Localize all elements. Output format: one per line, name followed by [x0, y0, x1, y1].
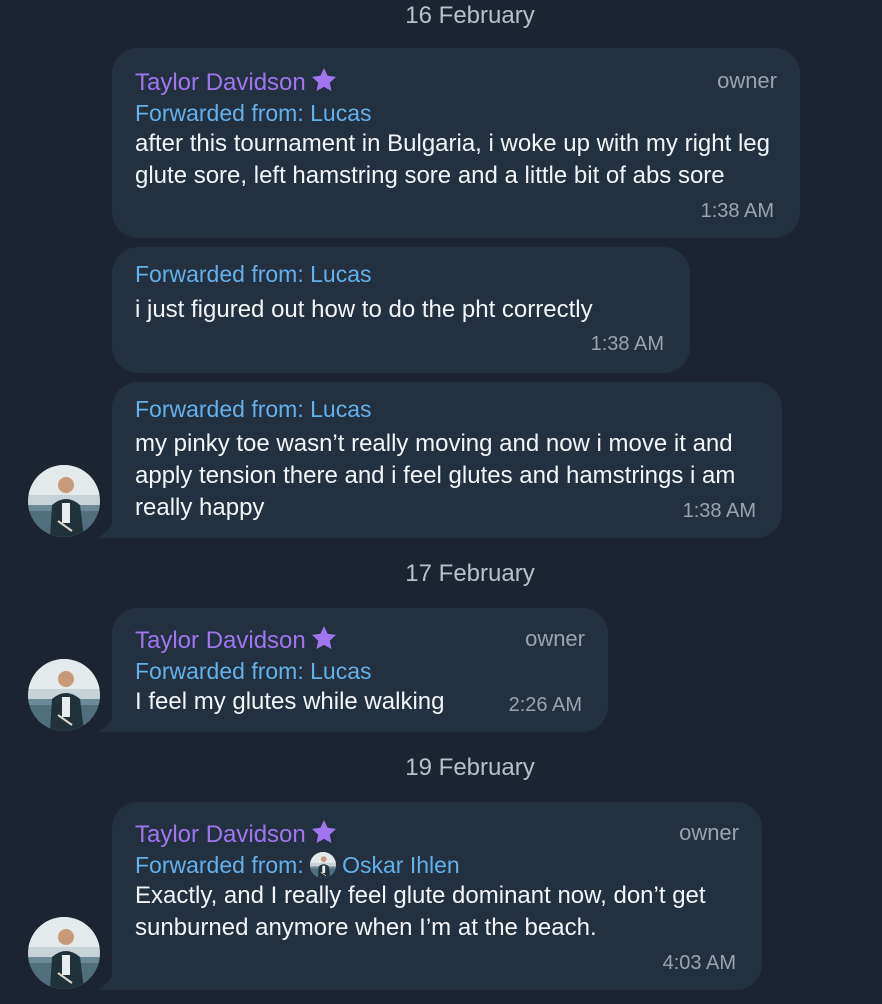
message-text: my pinky toe wasn’t really moving and no…	[135, 430, 736, 521]
message-bubble[interactable]: Forwarded from: Lucas my pinky toe wasn’…	[112, 382, 782, 538]
forwarded-from[interactable]: Forwarded from: Oskar Ihlen	[135, 852, 460, 879]
date-separator: 19 February	[405, 754, 535, 781]
sender-name[interactable]: Taylor Davidson	[135, 66, 338, 97]
message-time: 1:38 AM	[682, 500, 756, 522]
role-badge: owner	[525, 626, 585, 651]
message-text: after this tournament in Bulgaria, i wok…	[135, 130, 770, 189]
message-time: 1:38 AM	[700, 200, 774, 222]
forwarded-from[interactable]: Forwarded from: Lucas	[135, 100, 371, 127]
star-icon	[310, 818, 338, 846]
message-time: 4:03 AM	[662, 952, 736, 974]
date-separator: 17 February	[405, 560, 535, 587]
message-bubble[interactable]: Taylor Davidson owner Forwarded from: Lu…	[112, 48, 800, 238]
message-time: 1:38 AM	[590, 333, 664, 355]
message-text: I feel my glutes while walking	[135, 688, 445, 715]
role-badge: owner	[679, 820, 739, 845]
user-avatar[interactable]	[28, 917, 100, 989]
message-bubble[interactable]: Forwarded from: Lucas i just figured out…	[112, 247, 690, 373]
message-text: i just figured out how to do the pht cor…	[135, 296, 593, 323]
forwarded-from[interactable]: Forwarded from: Lucas	[135, 261, 371, 288]
message-bubble[interactable]: Taylor Davidson owner Forwarded from: Lu…	[112, 608, 608, 732]
message-text: Exactly, and I really feel glute dominan…	[135, 882, 706, 941]
role-badge: owner	[717, 68, 777, 93]
user-avatar[interactable]	[28, 659, 100, 731]
message-bubble[interactable]: Taylor Davidson owner Forwarded from: Os…	[112, 802, 762, 990]
sender-name[interactable]: Taylor Davidson	[135, 624, 338, 655]
forwarded-from[interactable]: Forwarded from: Lucas	[135, 396, 371, 423]
star-icon	[310, 624, 338, 652]
date-separator: 16 February	[405, 2, 535, 29]
user-avatar[interactable]	[28, 465, 100, 537]
forwarded-avatar	[310, 852, 336, 878]
star-icon	[310, 66, 338, 94]
sender-name[interactable]: Taylor Davidson	[135, 818, 338, 849]
message-time: 2:26 AM	[508, 694, 582, 716]
forwarded-from[interactable]: Forwarded from: Lucas	[135, 658, 371, 685]
